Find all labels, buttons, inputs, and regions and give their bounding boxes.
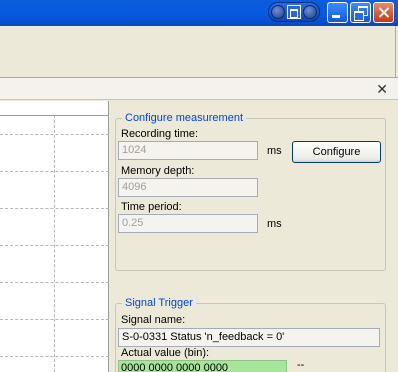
close-window-button[interactable] [373, 2, 394, 23]
signal-name-label: Signal name: [121, 314, 186, 326]
grid-line [0, 282, 109, 283]
minimize-button[interactable] [327, 2, 348, 23]
actual-value-field: 0000 0000 0000 0000 [118, 360, 287, 372]
memory-depth-field[interactable]: 4096 [118, 178, 258, 197]
restore-toggle-pill[interactable] [268, 2, 320, 22]
configure-button[interactable]: Configure [292, 141, 381, 163]
restore-icon [287, 5, 301, 19]
close-panel-icon[interactable]: ✕ [376, 81, 388, 98]
recording-time-label: Recording time: [121, 128, 199, 140]
actual-value-trailing: -- [297, 359, 305, 371]
toolbar-area [0, 26, 398, 78]
grid-line [0, 356, 109, 357]
time-period-label: Time period: [121, 201, 182, 213]
panel-header: ✕ [0, 78, 398, 100]
time-period-unit: ms [267, 218, 282, 230]
maximize-button[interactable] [350, 2, 371, 23]
grid-line [0, 171, 109, 172]
grid-line [0, 319, 109, 320]
pill-right-icon [303, 5, 317, 19]
memory-depth-label: Memory depth: [121, 165, 195, 177]
grid-line [0, 134, 109, 135]
grid-line [0, 208, 109, 209]
signal-trigger-title: Signal Trigger [122, 297, 196, 309]
signal-name-field[interactable]: S-0-0331 Status 'n_feedback = 0' [118, 328, 380, 347]
recording-time-field[interactable]: 1024 [118, 141, 258, 160]
grid-line [54, 115, 55, 372]
grid-line [0, 245, 109, 246]
configure-measurement-title: Configure measurement [122, 112, 247, 124]
pill-left-icon [271, 5, 285, 19]
settings-pane: Configure measurement Recording time: 10… [110, 101, 398, 372]
window-title-bar [0, 0, 398, 26]
recording-time-unit: ms [267, 145, 282, 157]
toolbar-divider [395, 26, 396, 78]
oscilloscope-graph [0, 101, 109, 372]
time-period-field[interactable]: 0.25 [118, 214, 258, 233]
actual-value-label: Actual value (bin): [121, 347, 210, 359]
